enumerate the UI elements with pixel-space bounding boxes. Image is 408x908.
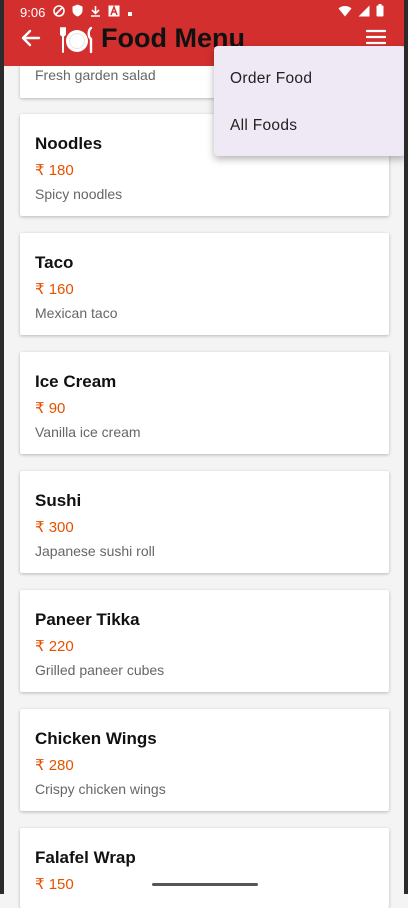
food-card[interactable]: Taco ₹ 160 Mexican taco [20,233,389,335]
food-name: Sushi [35,491,82,510]
food-description: Fresh garden salad [35,67,156,83]
food-price: ₹ 280 [35,757,74,774]
food-price: ₹ 160 [35,281,74,298]
options-menu: Order Food All Foods [214,46,406,156]
shield-icon [72,4,83,20]
food-name: Paneer Tikka [35,610,140,629]
food-price: ₹ 180 [35,162,74,179]
menu-item-order-food[interactable]: Order Food [230,70,312,88]
menu-item-all-foods[interactable]: All Foods [230,117,297,135]
food-card[interactable]: Sushi ₹ 300 Japanese sushi roll [20,471,389,573]
dot-icon [127,5,133,20]
food-card[interactable]: Falafel Wrap ₹ 150 [20,828,389,908]
food-price: ₹ 220 [35,638,74,655]
food-description: Vanilla ice cream [35,424,141,440]
battery-icon [376,4,384,20]
food-name: Falafel Wrap [35,848,136,867]
food-price: ₹ 300 [35,519,74,536]
food-description: Crispy chicken wings [35,781,166,797]
notification-icon [53,4,65,20]
signal-icon [358,5,370,20]
gesture-bar[interactable] [152,883,258,886]
food-name: Ice Cream [35,372,117,391]
food-description: Grilled paneer cubes [35,662,165,678]
food-description: Spicy noodles [35,186,123,202]
plate-cutlery-icon [60,26,94,54]
food-name: Noodles [35,134,103,153]
food-name: Taco [35,253,74,272]
back-arrow-icon[interactable] [20,27,46,53]
food-card[interactable]: Chicken Wings ₹ 280 Crispy chicken wings [20,709,389,811]
food-card[interactable]: Paneer Tikka ₹ 220 Grilled paneer cubes [20,590,389,692]
food-card[interactable]: Ice Cream ₹ 90 Vanilla ice cream [20,352,389,454]
wifi-icon [338,5,352,20]
food-description: Japanese sushi roll [35,543,155,559]
food-description: Mexican taco [35,305,118,321]
food-price: ₹ 150 [35,876,74,893]
food-name: Chicken Wings [35,729,157,748]
download-icon [90,5,101,20]
status-time: 9:06 [20,5,46,20]
status-bar: 9:06 [0,0,408,24]
food-price: ₹ 90 [35,400,66,417]
app-a-icon [108,4,120,20]
